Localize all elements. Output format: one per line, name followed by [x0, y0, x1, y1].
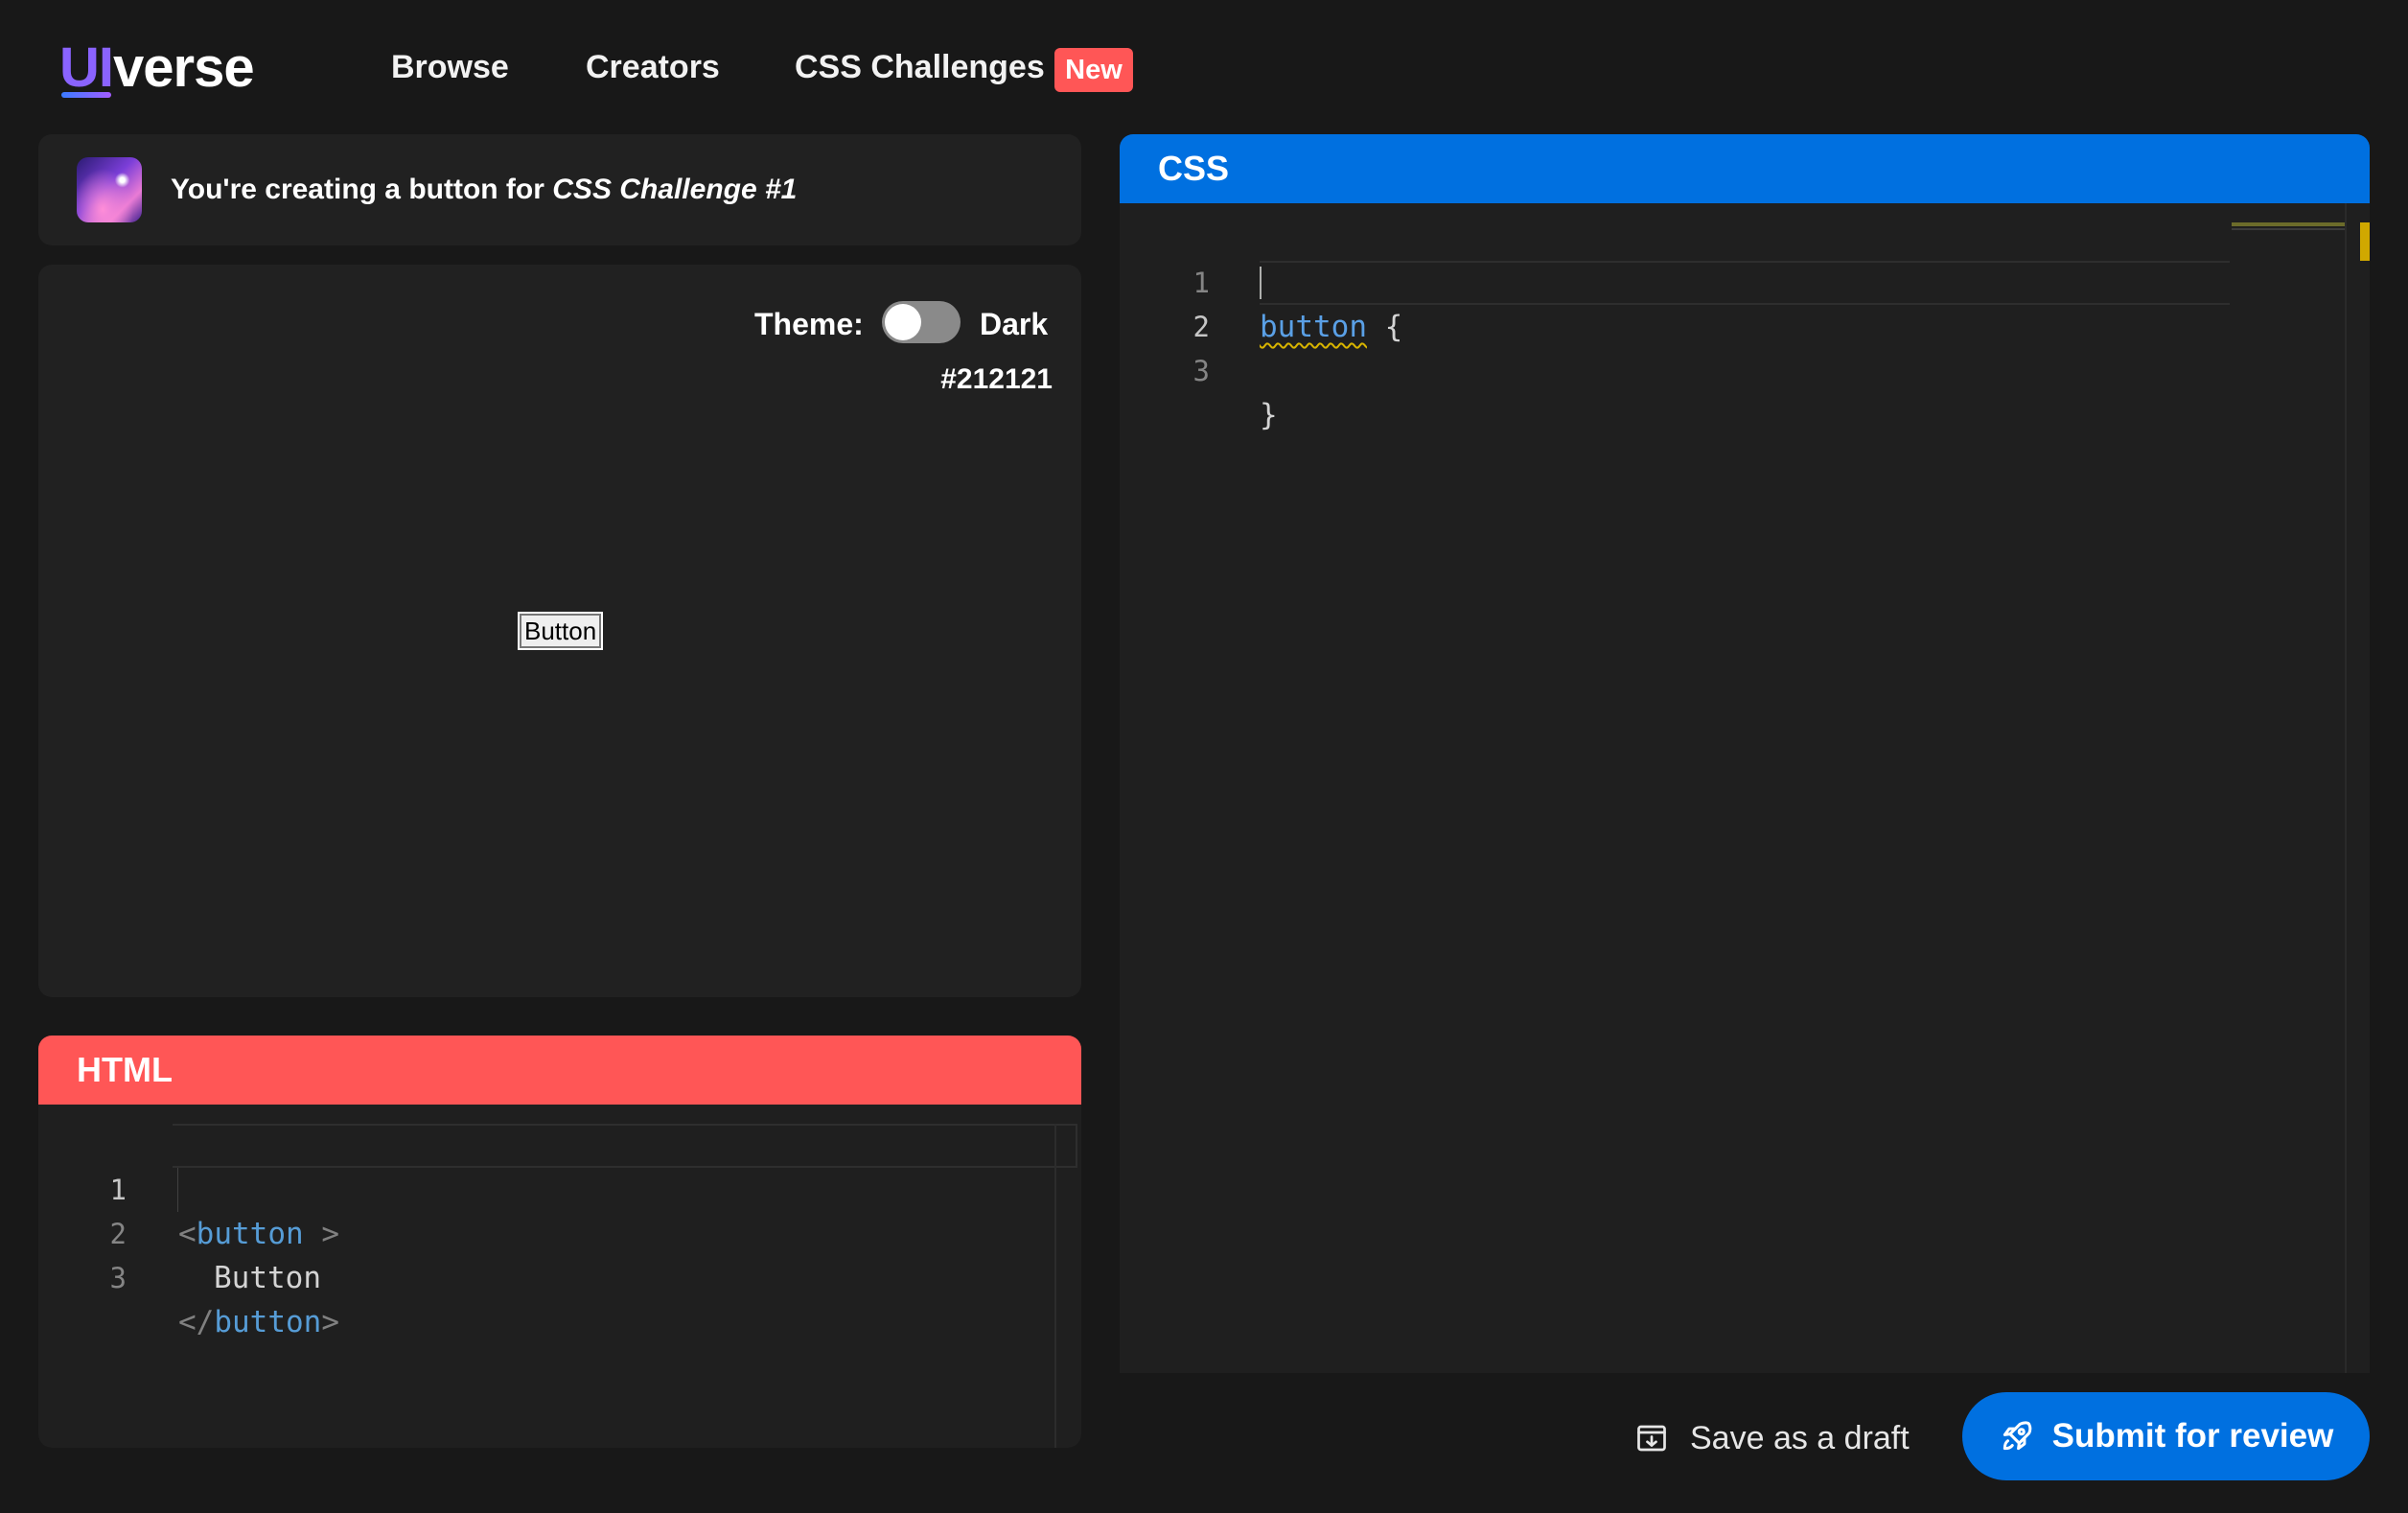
open-brace: { — [1366, 310, 1403, 344]
tag-name: button — [196, 1217, 304, 1251]
top-navigation: UI verse Browse Creators CSS Challenges N… — [0, 0, 2408, 134]
nav-css-challenges[interactable]: CSS Challenges — [795, 46, 1045, 88]
logo-verse: verse — [113, 36, 255, 99]
new-badge: New — [1054, 48, 1133, 92]
background-color-hex[interactable]: #212121 — [940, 361, 1053, 399]
tag-open: < — [178, 1217, 197, 1251]
current-line-highlight — [173, 1124, 1077, 1168]
html-code-line: 3 </button> — [38, 1212, 339, 1339]
indent-guide — [177, 1168, 178, 1212]
submit-label: Submit for review — [2051, 1417, 2334, 1455]
logo-ui: UI — [59, 35, 114, 102]
tag-open: </ — [178, 1305, 215, 1339]
archive-download-icon — [1637, 1425, 1666, 1452]
text-cursor — [1260, 267, 1262, 299]
html-editor-title: HTML — [38, 1036, 1081, 1105]
tag-close: > — [303, 1217, 339, 1251]
challenge-prefix: You're creating a button for — [171, 174, 553, 205]
css-selector: button — [1260, 310, 1367, 344]
challenge-description: You're creating a button for CSS Challen… — [171, 171, 797, 209]
scrollbar-warning-marker — [2360, 222, 2370, 261]
challenge-thumbnail — [77, 157, 142, 222]
html-code-line: 2 Button — [38, 1168, 321, 1295]
rocket-icon — [2003, 1421, 2032, 1451]
css-editor: CSS 1 button { 2 3 } — [1120, 134, 2370, 1373]
nav-browse[interactable]: Browse — [391, 46, 509, 88]
nav-creators[interactable]: Creators — [586, 46, 720, 88]
line-number: 3 — [109, 1262, 127, 1294]
css-code-area[interactable]: 1 button { 2 3 } — [1120, 203, 2370, 1373]
close-brace: } — [1260, 398, 1278, 432]
save-draft-label: Save as a draft — [1690, 1419, 1910, 1456]
css-editor-title: CSS — [1120, 134, 2370, 203]
uiverse-logo[interactable]: UI verse — [59, 35, 255, 102]
tag-close: > — [321, 1305, 339, 1339]
css-code-line: 1 button { — [1120, 217, 1403, 344]
css-editor-scrollbar[interactable] — [2345, 203, 2347, 1373]
theme-label: Theme: — [754, 307, 864, 341]
html-editor: HTML 1 <button > 2 Button 3 </button> — [38, 1036, 1081, 1448]
css-code-line: 3 } — [1120, 305, 1278, 432]
preview-button[interactable]: Button — [517, 612, 604, 650]
current-line-highlight — [1260, 261, 2230, 305]
challenge-banner: You're creating a button for CSS Challen… — [38, 134, 1081, 245]
save-draft-button[interactable]: Save as a draft — [1634, 1411, 1910, 1465]
theme-toggle-knob — [885, 304, 921, 340]
preview-panel: Theme: Dark #212121 Button — [38, 265, 1081, 997]
button-text-content: Button — [214, 1261, 321, 1295]
theme-toggle[interactable] — [882, 301, 961, 343]
css-code-line: 2 — [1120, 261, 1227, 343]
theme-value: Dark — [980, 307, 1049, 341]
html-editor-scrollbar[interactable] — [1054, 1124, 1056, 1448]
minimap-line — [2232, 228, 2345, 230]
challenge-name[interactable]: CSS Challenge #1 — [552, 174, 797, 205]
tag-name: button — [214, 1305, 322, 1339]
minimap[interactable] — [2232, 222, 2345, 226]
line-number: 3 — [1192, 355, 1210, 387]
submit-for-review-button[interactable]: Submit for review — [1962, 1392, 2370, 1480]
html-code-area[interactable]: 1 <button > 2 Button 3 </button> — [38, 1105, 1081, 1448]
html-code-line: 1 <button > — [38, 1124, 339, 1251]
